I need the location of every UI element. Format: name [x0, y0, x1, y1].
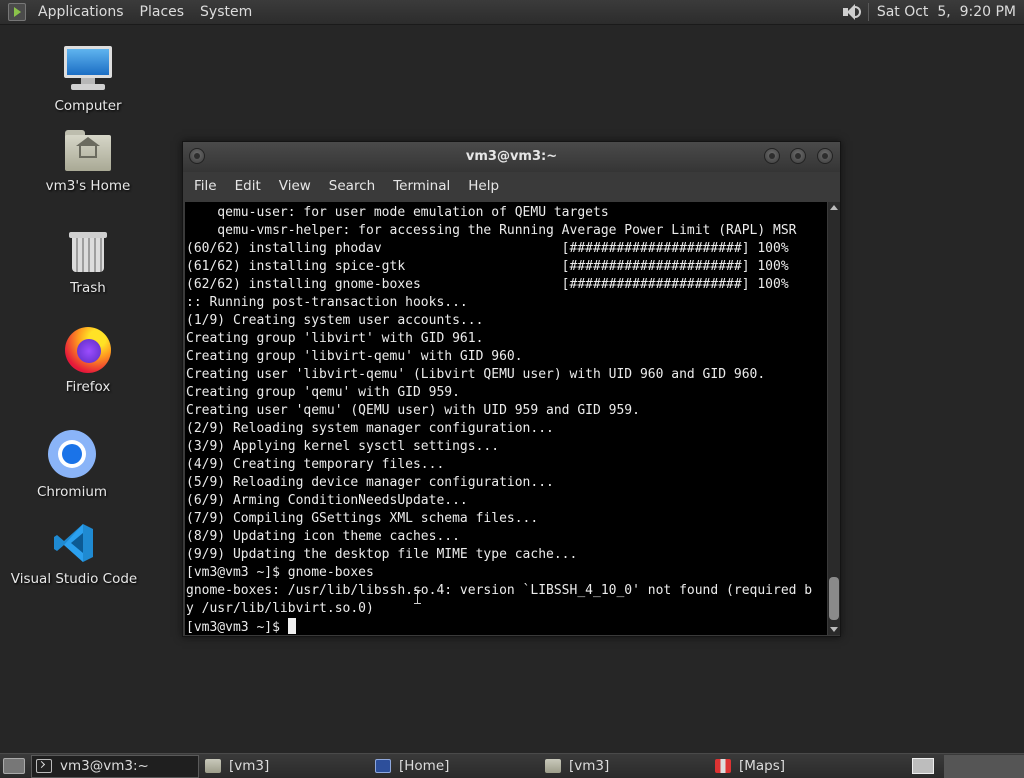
- menu-terminal[interactable]: Terminal: [384, 178, 459, 194]
- window-titlebar[interactable]: vm3@vm3:~: [183, 142, 840, 172]
- top-panel-tray: Sat Oct 5, 9:20 PM: [842, 0, 1024, 25]
- terminal-line: Creating group 'libvirt-qemu' with GID 9…: [186, 349, 523, 364]
- computer-icon: [63, 46, 113, 92]
- places-menu[interactable]: Places: [132, 0, 193, 25]
- bottom-panel: vm3@vm3:~ [vm3] [Home] [vm3] [Maps]: [0, 753, 1024, 778]
- desktop-icon-computer[interactable]: Computer: [23, 46, 153, 114]
- taskbar-item-label: [Home]: [399, 758, 450, 774]
- firefox-icon: [65, 327, 111, 373]
- menu-help[interactable]: Help: [459, 178, 508, 194]
- show-desktop-button[interactable]: [3, 758, 25, 774]
- menu-search[interactable]: Search: [320, 178, 384, 194]
- desktop-icon-label: Firefox: [65, 379, 111, 395]
- terminal-line: (5/9) Reloading device manager configura…: [186, 475, 554, 490]
- taskbar-item-vm3-folder-2[interactable]: [vm3]: [541, 755, 709, 778]
- terminal-prompt: [vm3@vm3 ~]$: [186, 620, 288, 635]
- taskbar-item-label: [vm3]: [229, 758, 270, 774]
- terminal-line: (61/62) installing spice-gtk [##########…: [186, 259, 789, 274]
- taskbar-item-home[interactable]: [Home]: [371, 755, 539, 778]
- scrollbar-thumb[interactable]: [829, 577, 839, 620]
- top-panel: Applications Places System Sat Oct 5, 9:…: [0, 0, 1024, 25]
- taskbar-item-label: [vm3]: [569, 758, 610, 774]
- terminal-line: (1/9) Creating system user accounts...: [186, 313, 484, 328]
- desktop-icon-vscode[interactable]: Visual Studio Code: [9, 521, 139, 587]
- top-menu-bar: Applications Places System: [0, 0, 260, 25]
- terminal-line: Creating user 'libvirt-qemu' (Libvirt QE…: [186, 367, 766, 382]
- terminal-line: (4/9) Creating temporary files...: [186, 457, 445, 472]
- terminal-scrollbar[interactable]: [828, 202, 840, 635]
- close-button[interactable]: [817, 148, 833, 164]
- scroll-up-icon[interactable]: [830, 205, 838, 210]
- terminal-line: :: Running post-transaction hooks...: [186, 295, 468, 310]
- taskbar-item-label: vm3@vm3:~: [60, 758, 149, 774]
- terminal-line: qemu-user: for user mode emulation of QE…: [186, 205, 609, 220]
- taskbar-item-terminal[interactable]: vm3@vm3:~: [31, 754, 199, 778]
- maps-icon: [715, 759, 731, 773]
- desktop-icon-label: Computer: [54, 98, 122, 114]
- menu-file[interactable]: File: [185, 178, 226, 194]
- desktop-icon-home[interactable]: vm3's Home: [23, 130, 153, 194]
- panel-separator: [867, 3, 869, 21]
- terminal-line: (7/9) Compiling GSettings XML schema fil…: [186, 511, 539, 526]
- terminal-line: y /usr/lib/libvirt.so.0): [186, 601, 374, 616]
- terminal-prompt-line[interactable]: [vm3@vm3 ~]$: [186, 618, 827, 635]
- desktop-icon-trash[interactable]: Trash: [23, 230, 153, 296]
- terminal-line: (3/9) Applying kernel sysctl settings...: [186, 439, 500, 454]
- menu-view[interactable]: View: [270, 178, 320, 194]
- terminal-line: (60/62) installing phodav [#############…: [186, 241, 789, 256]
- taskbar-item-maps[interactable]: [Maps]: [711, 755, 879, 778]
- menu-edit[interactable]: Edit: [226, 178, 270, 194]
- terminal-line: (62/62) installing gnome-boxes [########…: [186, 277, 789, 292]
- taskbar-item-label: [Maps]: [739, 758, 786, 774]
- terminal-line: Creating user 'qemu' (QEMU user) with UI…: [186, 403, 640, 418]
- trash-icon: [68, 230, 108, 274]
- system-menu[interactable]: System: [192, 0, 260, 25]
- applications-menu-icon[interactable]: [8, 3, 26, 21]
- workspace-area[interactable]: [944, 754, 1024, 778]
- book-icon: [375, 759, 391, 773]
- terminal-line: (8/9) Updating icon theme caches...: [186, 529, 460, 544]
- clock[interactable]: Sat Oct 5, 9:20 PM: [877, 4, 1020, 20]
- volume-icon[interactable]: [842, 3, 862, 21]
- home-folder-icon: [65, 130, 111, 172]
- chromium-icon: [48, 430, 96, 478]
- desktop-icon-label: Visual Studio Code: [10, 571, 138, 587]
- window-menu-icon[interactable]: [189, 148, 205, 164]
- taskbar-item-vm3-folder[interactable]: [vm3]: [201, 755, 369, 778]
- mouse-ibeam-cursor-icon: [414, 590, 421, 604]
- applications-menu[interactable]: Applications: [30, 0, 132, 25]
- desktop-icon-label: Chromium: [36, 484, 108, 500]
- terminal-menubar: File Edit View Search Terminal Help: [183, 172, 840, 199]
- scroll-down-icon[interactable]: [830, 627, 838, 632]
- terminal-line: (9/9) Updating the desktop file MIME typ…: [186, 547, 578, 562]
- desktop-icon-label: vm3's Home: [45, 178, 131, 194]
- window-title: vm3@vm3:~: [465, 149, 558, 164]
- terminal-window[interactable]: vm3@vm3:~ File Edit View Search Terminal…: [182, 141, 841, 637]
- terminal-line: (6/9) Arming ConditionNeedsUpdate...: [186, 493, 468, 508]
- minimize-button[interactable]: [764, 148, 780, 164]
- terminal-line: [vm3@vm3 ~]$ gnome-boxes: [186, 565, 374, 580]
- folder-icon: [545, 759, 561, 773]
- workspace-switcher[interactable]: [912, 758, 934, 774]
- terminal-line: Creating group 'libvirt' with GID 961.: [186, 331, 484, 346]
- desktop-icon-chromium[interactable]: Chromium: [7, 430, 137, 500]
- vscode-icon: [52, 521, 96, 565]
- desktop-icon-firefox[interactable]: Firefox: [23, 327, 153, 395]
- desktop-icon-label: Trash: [70, 280, 106, 296]
- terminal-line: gnome-boxes: /usr/lib/libssh.so.4: versi…: [186, 583, 813, 598]
- terminal-output[interactable]: qemu-user: for user mode emulation of QE…: [185, 202, 827, 635]
- text-cursor: [287, 618, 296, 634]
- terminal-line: (2/9) Reloading system manager configura…: [186, 421, 554, 436]
- terminal-line: Creating group 'qemu' with GID 959.: [186, 385, 460, 400]
- maximize-button[interactable]: [790, 148, 806, 164]
- terminal-icon: [36, 759, 52, 773]
- folder-icon: [205, 759, 221, 773]
- terminal-line: qemu-vmsr-helper: for accessing the Runn…: [186, 223, 797, 238]
